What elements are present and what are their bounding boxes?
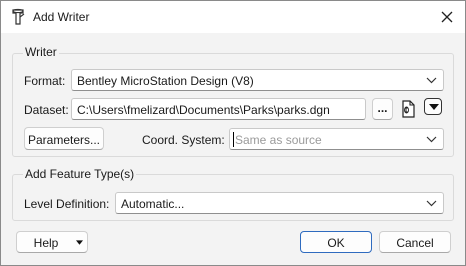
add-writer-dialog: Add Writer Writer Format: Bentley MicroS… [0,0,466,266]
chevron-down-icon [426,136,437,143]
coord-system-label: Coord. System: [142,133,225,147]
dataset-options-button[interactable] [424,98,442,115]
coord-system-placeholder: Same as source [235,133,322,147]
window-title: Add Writer [33,10,90,24]
file-icon[interactable] [399,99,417,119]
title-bar: Add Writer [1,1,465,33]
help-button[interactable]: Help [16,231,88,253]
dropdown-arrow-icon [429,104,439,110]
browse-button[interactable]: ... [372,98,393,120]
text-caret [233,132,234,147]
ok-button[interactable]: OK [300,231,372,253]
format-select[interactable]: Bentley MicroStation Design (V8) [71,69,444,91]
dataset-value: C:\Users\fmelizard\Documents\Parks\parks… [77,103,330,117]
level-definition-label: Level Definition: [24,197,110,211]
level-definition-select[interactable]: Automatic... [115,192,444,214]
help-label: Help [33,236,59,250]
parameters-label: Parameters... [27,133,101,147]
browse-label: ... [377,101,388,115]
chevron-down-icon [426,77,437,84]
cancel-button[interactable]: Cancel [379,231,451,253]
close-icon[interactable] [437,7,457,27]
feature-types-group-title: Add Feature Type(s) [23,167,137,181]
parameters-button[interactable]: Parameters... [24,127,104,150]
dataset-label: Dataset: [24,103,69,117]
writer-app-icon [12,8,25,25]
level-definition-value: Automatic... [121,197,185,211]
ok-label: OK [327,236,345,250]
writer-group-title: Writer [23,45,59,59]
dropdown-arrow-icon [76,240,83,245]
format-value: Bentley MicroStation Design (V8) [77,74,254,88]
cancel-label: Cancel [396,236,434,250]
dataset-input[interactable]: C:\Users\fmelizard\Documents\Parks\parks… [71,98,366,120]
format-label: Format: [24,74,66,88]
coord-system-select[interactable]: Same as source [229,128,444,150]
chevron-down-icon [426,200,437,207]
